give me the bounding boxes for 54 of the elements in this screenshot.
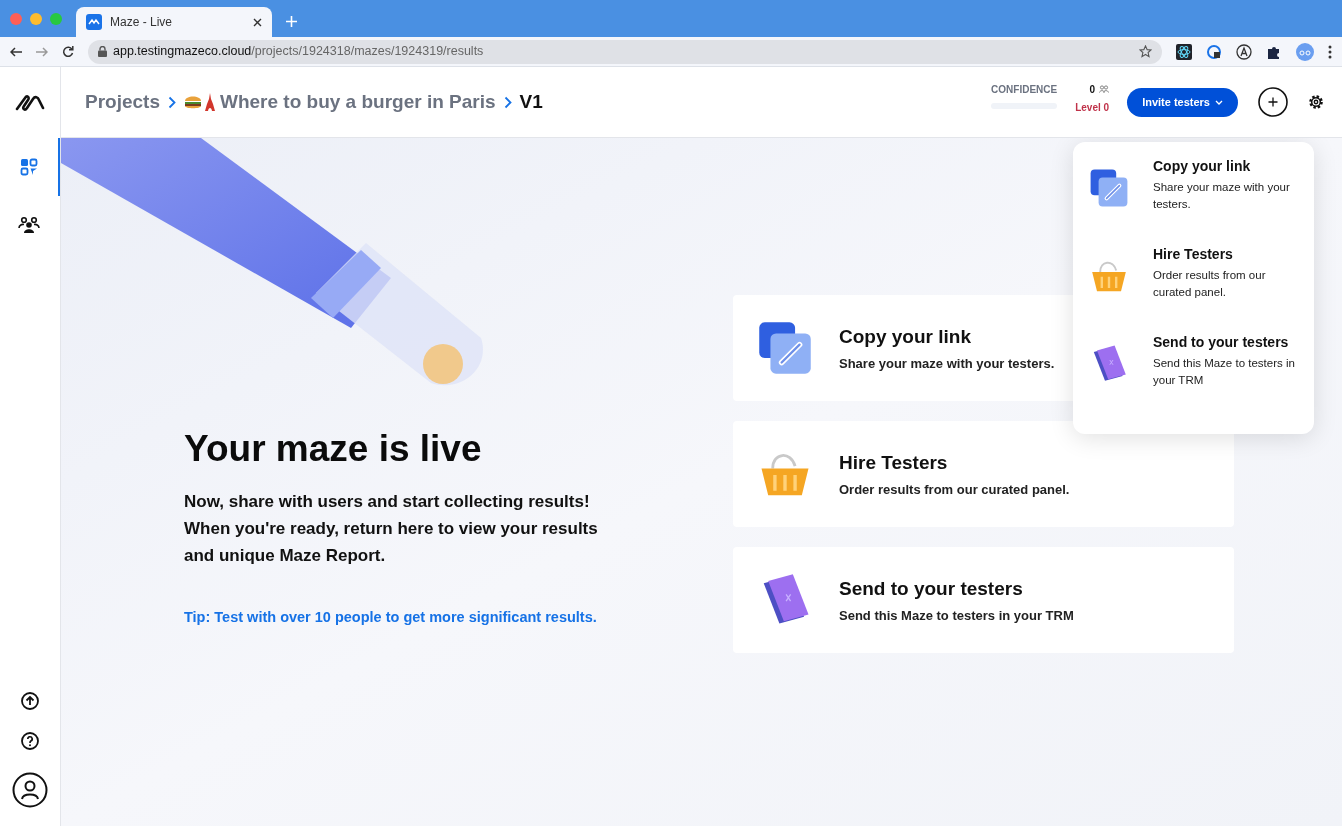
option-title: Hire Testers bbox=[839, 450, 949, 475]
bookmark-star-icon[interactable] bbox=[1139, 45, 1152, 58]
burger-icon bbox=[184, 94, 202, 110]
tower-icon bbox=[204, 93, 216, 111]
maze-logo-icon[interactable] bbox=[15, 94, 45, 111]
add-button[interactable] bbox=[1258, 87, 1288, 117]
tip-link[interactable]: Tip: Test with over 10 people to get more significant results. bbox=[184, 607, 733, 629]
forward-arrow-icon[interactable] bbox=[36, 46, 48, 57]
menu-item-description: Share your maze with your testers. bbox=[1153, 180, 1291, 212]
confidence-label: CONFIDENCE bbox=[991, 82, 1058, 97]
upload-icon[interactable] bbox=[21, 692, 39, 710]
team-icon bbox=[18, 216, 40, 234]
url-text: app.testingmazeco.cloud/projects/1924318/mazes/1924319/results bbox=[113, 43, 485, 61]
tab-title: Maze - Live bbox=[110, 14, 174, 31]
more-options-icon[interactable] bbox=[1328, 44, 1332, 59]
chevron-right-icon bbox=[168, 95, 176, 109]
help-icon[interactable] bbox=[21, 732, 39, 750]
chevron-down-icon bbox=[1215, 99, 1223, 105]
option-card[interactable]: Send to your testers Send this Maze to testers in your TRM bbox=[733, 547, 1234, 653]
option-description: Send this Maze to testers in your TRM bbox=[839, 607, 1074, 625]
dashboard-icon bbox=[20, 158, 38, 176]
extension-icon[interactable] bbox=[1206, 43, 1222, 60]
letter-a-extension-icon[interactable] bbox=[1236, 43, 1252, 60]
address-bar[interactable]: app.testingmazeco.cloud/projects/1924318/mazes/1924319/results bbox=[88, 39, 1162, 64]
confidence-level: Level 0 bbox=[1075, 100, 1110, 115]
invite-testers-button[interactable]: Invite testers bbox=[1127, 87, 1238, 117]
atom-extension-icon[interactable] bbox=[1176, 43, 1192, 60]
browser-tab[interactable]: Maze - Live bbox=[76, 7, 272, 37]
link-illustration-icon bbox=[1089, 168, 1129, 208]
settings-icon[interactable] bbox=[1308, 94, 1324, 110]
reload-icon[interactable] bbox=[62, 45, 74, 58]
option-description: Share your maze with your testers. bbox=[839, 355, 1055, 373]
breadcrumb-current: V1 bbox=[519, 89, 543, 114]
lock-icon bbox=[98, 46, 107, 57]
link-illustration-icon bbox=[757, 320, 813, 376]
option-description: Order results from our curated panel. bbox=[839, 481, 1070, 499]
user-avatar-icon[interactable] bbox=[12, 772, 48, 808]
menu-item[interactable]: Copy your link Share your maze with your testers. bbox=[1073, 156, 1314, 244]
breadcrumb-link[interactable]: Projects bbox=[85, 87, 160, 117]
tester-count: 0 bbox=[1089, 82, 1096, 97]
menu-item-title: Hire Testers bbox=[1153, 245, 1234, 264]
option-card[interactable]: Hire Testers Order results from our curated panel. bbox=[733, 421, 1234, 527]
hero-title: Your maze is live bbox=[184, 427, 483, 471]
option-title: Copy your link bbox=[839, 324, 972, 349]
breadcrumb-link[interactable]: Where to buy a burger in Paris bbox=[220, 87, 496, 117]
menu-item-title: Copy your link bbox=[1153, 157, 1252, 176]
maze-logo-icon bbox=[86, 14, 102, 30]
people-icon bbox=[1099, 85, 1110, 93]
new-tab-icon[interactable] bbox=[286, 16, 297, 27]
close-tab-icon[interactable] bbox=[253, 17, 262, 27]
option-title: Send to your testers bbox=[839, 576, 1024, 601]
hero-description: Now, share with users and start collecting results! When you're ready, return here to view your results and unique Maze Report. bbox=[184, 491, 599, 567]
back-arrow-icon[interactable] bbox=[10, 46, 22, 57]
chevron-right-icon bbox=[503, 95, 512, 109]
